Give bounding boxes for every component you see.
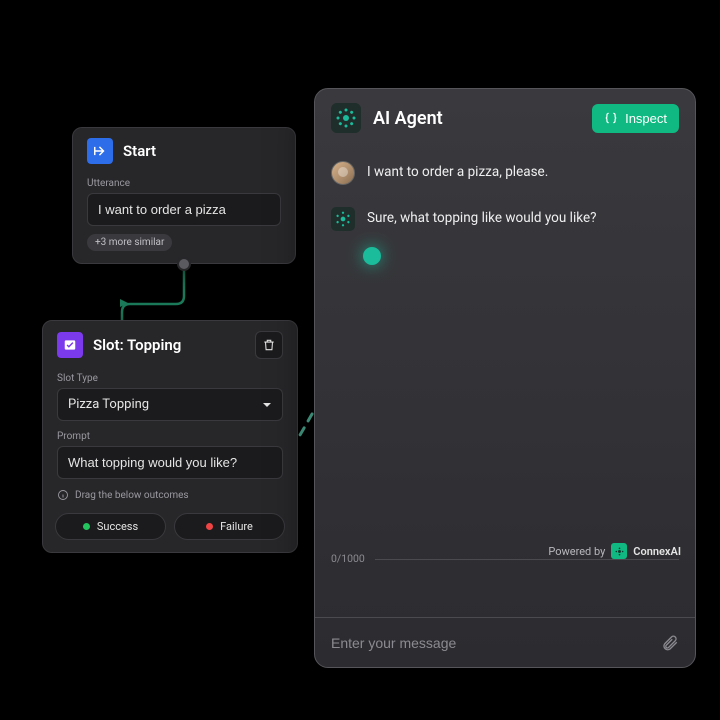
char-counter: 0/1000: [331, 552, 365, 565]
slot-icon: [57, 332, 83, 358]
brand-name: ConnexAI: [633, 545, 681, 558]
agent-title: AI Agent: [373, 108, 443, 129]
user-message-text: I want to order a pizza, please.: [367, 161, 548, 180]
message-input[interactable]: [331, 635, 661, 651]
info-icon: [57, 489, 69, 501]
message-user: I want to order a pizza, please.: [331, 161, 679, 185]
connexai-mark-icon: [611, 543, 627, 559]
outcome-success[interactable]: Success: [55, 513, 166, 540]
agent-logo-icon: [331, 103, 361, 133]
start-node[interactable]: Start Utterance +3 more similar: [72, 127, 296, 264]
outcome-failure[interactable]: Failure: [174, 513, 285, 540]
powered-by: Powered by ConnexAI: [548, 543, 681, 559]
slot-title: Slot: Topping: [93, 336, 181, 354]
live-indicator-icon: [363, 247, 381, 265]
success-dot-icon: [83, 523, 90, 530]
start-title: Start: [123, 142, 156, 160]
output-port[interactable]: [177, 257, 191, 271]
attachment-icon[interactable]: [661, 634, 679, 652]
inspect-button[interactable]: Inspect: [592, 104, 679, 133]
prompt-input[interactable]: [57, 446, 283, 479]
ai-agent-panel: AI Agent Inspect I want to order a pizza…: [314, 88, 696, 668]
counter-divider: [375, 559, 679, 560]
bot-message-text: Sure, what topping like would you like?: [367, 207, 596, 226]
delete-button[interactable]: [255, 331, 283, 359]
slot-node[interactable]: Slot: Topping Slot Type Pizza Topping Pr…: [42, 320, 298, 553]
slot-type-value: Pizza Topping: [68, 397, 149, 412]
failure-dot-icon: [206, 523, 213, 530]
message-bot: Sure, what topping like would you like?: [331, 207, 679, 231]
slot-type-label: Slot Type: [57, 373, 283, 384]
drag-hint: Drag the below outcomes: [57, 489, 283, 501]
utterance-input[interactable]: [87, 193, 281, 226]
composer: [315, 617, 695, 667]
utterance-label: Utterance: [87, 178, 281, 189]
similar-pill[interactable]: +3 more similar: [87, 234, 172, 251]
chevron-down-icon: [262, 400, 272, 410]
start-icon: [87, 138, 113, 164]
user-avatar-icon: [331, 161, 355, 185]
prompt-label: Prompt: [57, 431, 283, 442]
slot-type-select[interactable]: Pizza Topping: [57, 388, 283, 421]
braces-icon: [604, 111, 618, 125]
bot-avatar-icon: [331, 207, 355, 231]
